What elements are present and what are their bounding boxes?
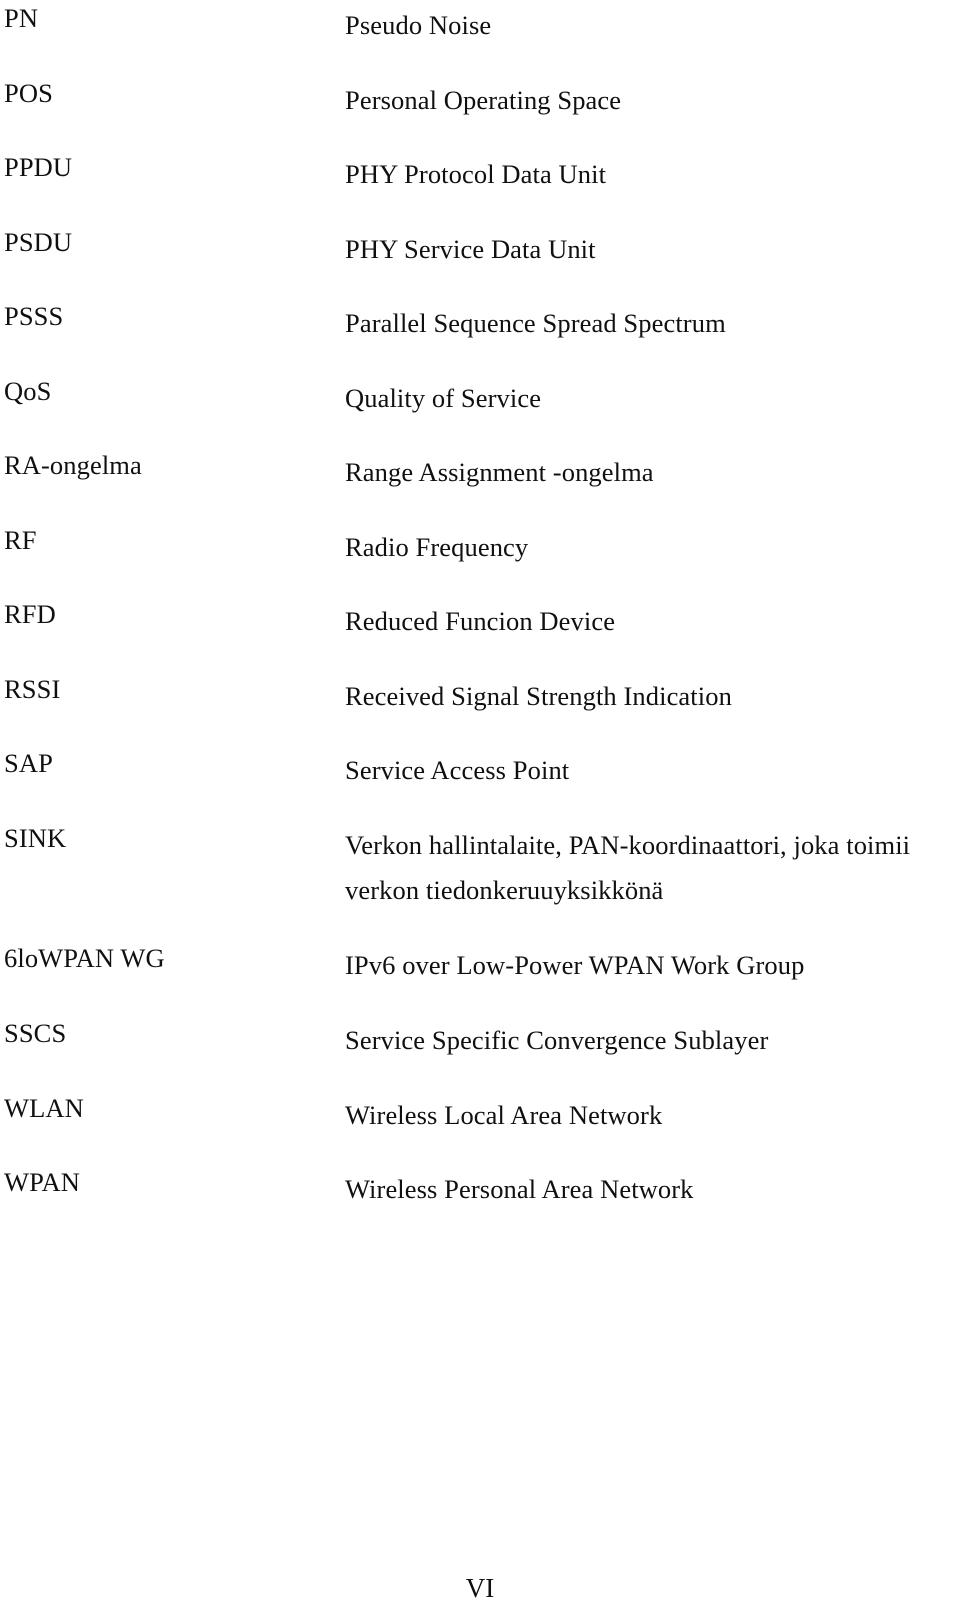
glossary-definition-line: Quality of Service bbox=[345, 383, 542, 413]
glossary-definition-line: verkon tiedonkeruuyksikkönä bbox=[345, 875, 664, 905]
glossary-definition-line: PHY Service Data Unit bbox=[345, 234, 596, 264]
glossary-term: SSCS bbox=[4, 1018, 67, 1048]
glossary-definition: Pseudo Noise bbox=[345, 3, 945, 48]
glossary-term: WLAN bbox=[4, 1093, 84, 1123]
page-number: VI bbox=[465, 1573, 495, 1603]
glossary-term: PN bbox=[4, 3, 39, 33]
glossary-definition-line: Wireless Personal Area Network bbox=[345, 1174, 694, 1204]
glossary-definition: PHY Service Data Unit bbox=[345, 227, 945, 272]
glossary-definition: IPv6 over Low-Power WPAN Work Group bbox=[345, 943, 945, 988]
glossary-definition: Received Signal Strength Indication bbox=[345, 674, 945, 719]
glossary-definition-line: Service Access Point bbox=[345, 755, 570, 785]
glossary-term: SAP bbox=[4, 748, 53, 778]
glossary-term: QoS bbox=[4, 376, 52, 406]
glossary-definition: Wireless Personal Area Network bbox=[345, 1167, 945, 1212]
glossary-definition-line: Reduced Funcion Device bbox=[345, 606, 616, 636]
glossary-definition: Personal Operating Space bbox=[345, 78, 945, 123]
glossary-definition-line: Range Assignment -ongelma bbox=[345, 457, 654, 487]
glossary-definition-line: Received Signal Strength Indication bbox=[345, 681, 732, 711]
glossary-definition-line: Radio Frequency bbox=[345, 532, 529, 562]
glossary-term: WPAN bbox=[4, 1167, 80, 1197]
document-page: PN Pseudo Noise POS Personal Operating Spac… bbox=[0, 0, 960, 1623]
glossary-definition: Range Assignment -ongelma bbox=[345, 450, 945, 495]
glossary-term: RFD bbox=[4, 599, 56, 629]
glossary-definition-line: Wireless Local Area Network bbox=[345, 1100, 663, 1130]
glossary-definition-line: Pseudo Noise bbox=[345, 10, 492, 40]
glossary-definition-line: Verkon hallintalaite, PAN-koordinaattori… bbox=[345, 830, 911, 860]
glossary-definition: Reduced Funcion Device bbox=[345, 599, 945, 644]
glossary-definition: Service Specific Convergence Sublayer bbox=[345, 1018, 945, 1063]
glossary-definition: Service Access Point bbox=[345, 748, 945, 793]
glossary-definition: Parallel Sequence Spread Spectrum bbox=[345, 301, 945, 346]
glossary-definition-line: Personal Operating Space bbox=[345, 85, 622, 115]
glossary-definition: Quality of Service bbox=[345, 376, 945, 421]
glossary-definition: PHY Protocol Data Unit bbox=[345, 152, 945, 197]
glossary-definition-line: IPv6 over Low-Power WPAN Work Group bbox=[345, 950, 805, 980]
glossary-term: 6loWPAN WG bbox=[4, 943, 165, 973]
glossary-term: POS bbox=[4, 78, 53, 108]
glossary-term: PSDU bbox=[4, 227, 73, 257]
glossary-term: SINK bbox=[4, 823, 67, 853]
glossary-definition: Verkon hallintalaite, PAN-koordinaattori… bbox=[345, 823, 945, 913]
glossary-term: RSSI bbox=[4, 674, 61, 704]
glossary-definition-line: Service Specific Convergence Sublayer bbox=[345, 1025, 769, 1055]
glossary-term: RF bbox=[4, 525, 37, 555]
glossary-definition: Wireless Local Area Network bbox=[345, 1093, 945, 1138]
glossary-definition-line: PHY Protocol Data Unit bbox=[345, 159, 607, 189]
glossary-term: RA-ongelma bbox=[4, 450, 142, 480]
glossary-term: PPDU bbox=[4, 152, 73, 182]
glossary-definition: Radio Frequency bbox=[345, 525, 945, 570]
glossary-definition-line: Parallel Sequence Spread Spectrum bbox=[345, 308, 726, 338]
glossary-term: PSSS bbox=[4, 301, 64, 331]
